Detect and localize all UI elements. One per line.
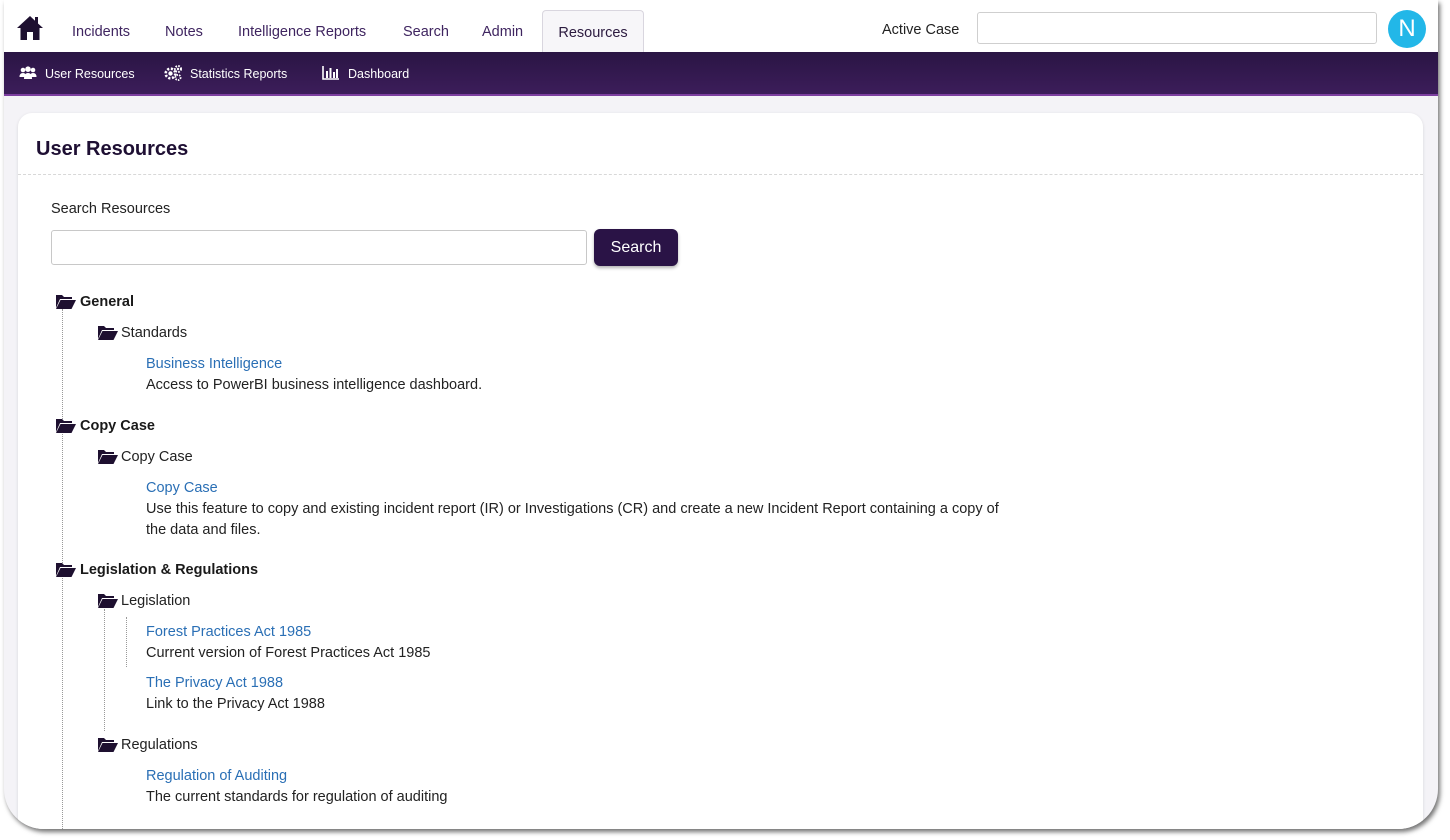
divider	[18, 174, 1423, 175]
resource-description: Access to PowerBI business intelligence …	[146, 377, 483, 393]
active-case-label: Active Case	[882, 22, 960, 38]
resource-link-copy-case[interactable]: Copy Case	[146, 480, 218, 496]
tree-line-item	[126, 617, 127, 667]
subfolder-standards[interactable]: Standards	[121, 325, 187, 341]
search-input[interactable]	[51, 230, 587, 265]
subnav-label-dashboard: Dashboard	[348, 67, 410, 81]
tab-intelligence-reports[interactable]: Intelligence Reports	[238, 10, 366, 52]
subnav-statistics-reports[interactable]: Statistics Reports	[164, 52, 287, 96]
subfolder-legislation[interactable]: Legislation	[121, 593, 190, 609]
resource-description: The current standards for regulation of …	[146, 789, 448, 805]
tab-search[interactable]: Search	[403, 10, 449, 52]
folder-open-icon	[56, 419, 76, 433]
folder-open-icon	[56, 563, 76, 577]
category-copy-case[interactable]: Copy Case	[80, 418, 155, 434]
active-case-input[interactable]	[977, 12, 1377, 44]
search-label: Search Resources	[51, 201, 171, 217]
tree-line-legislation	[104, 609, 105, 731]
folder-open-icon	[98, 594, 118, 608]
user-resources-card: User Resources Search Resources Search G…	[18, 113, 1423, 829]
subfolder-copy-case[interactable]: Copy Case	[121, 449, 193, 465]
category-general[interactable]: General	[80, 294, 134, 310]
subnav-user-resources[interactable]: User Resources	[19, 52, 135, 96]
app-window: Incidents Notes Intelligence Reports Sea…	[4, 0, 1438, 829]
resource-link-privacy-act[interactable]: The Privacy Act 1988	[146, 675, 283, 691]
tab-admin[interactable]: Admin	[482, 10, 523, 52]
gears-icon	[164, 64, 182, 81]
bar-chart-icon	[322, 65, 339, 80]
home-icon[interactable]	[16, 14, 44, 42]
folder-open-icon	[98, 326, 118, 340]
resource-description: Current version of Forest Practices Act …	[146, 645, 431, 661]
search-button[interactable]: Search	[594, 229, 678, 266]
resource-link-business-intelligence[interactable]: Business Intelligence	[146, 356, 282, 372]
subnav-dashboard[interactable]: Dashboard	[322, 52, 409, 96]
page-title: User Resources	[36, 138, 189, 160]
tab-notes[interactable]: Notes	[165, 10, 203, 52]
subnav-label-statistics-reports: Statistics Reports	[190, 67, 288, 81]
folder-open-icon	[98, 450, 118, 464]
users-icon	[19, 66, 37, 79]
folder-open-icon	[56, 295, 76, 309]
tab-resources[interactable]: Resources	[542, 10, 644, 53]
resource-link-forest-practices-act[interactable]: Forest Practices Act 1985	[146, 624, 311, 640]
resource-description: Use this feature to copy and existing in…	[146, 501, 999, 538]
avatar[interactable]: N	[1388, 10, 1426, 48]
sub-nav: User Resources Statistics Reports Dashbo…	[4, 52, 1438, 96]
resource-description: Link to the Privacy Act 1988	[146, 696, 325, 712]
subnav-label-user-resources: User Resources	[45, 67, 135, 81]
folder-open-icon	[98, 738, 118, 752]
resource-link-regulation-of-auditing[interactable]: Regulation of Auditing	[146, 768, 287, 784]
subfolder-regulations[interactable]: Regulations	[121, 737, 198, 753]
top-nav: Incidents Notes Intelligence Reports Sea…	[4, 0, 1438, 53]
category-legislation-regulations[interactable]: Legislation & Regulations	[80, 562, 258, 578]
tab-incidents[interactable]: Incidents	[72, 10, 130, 52]
